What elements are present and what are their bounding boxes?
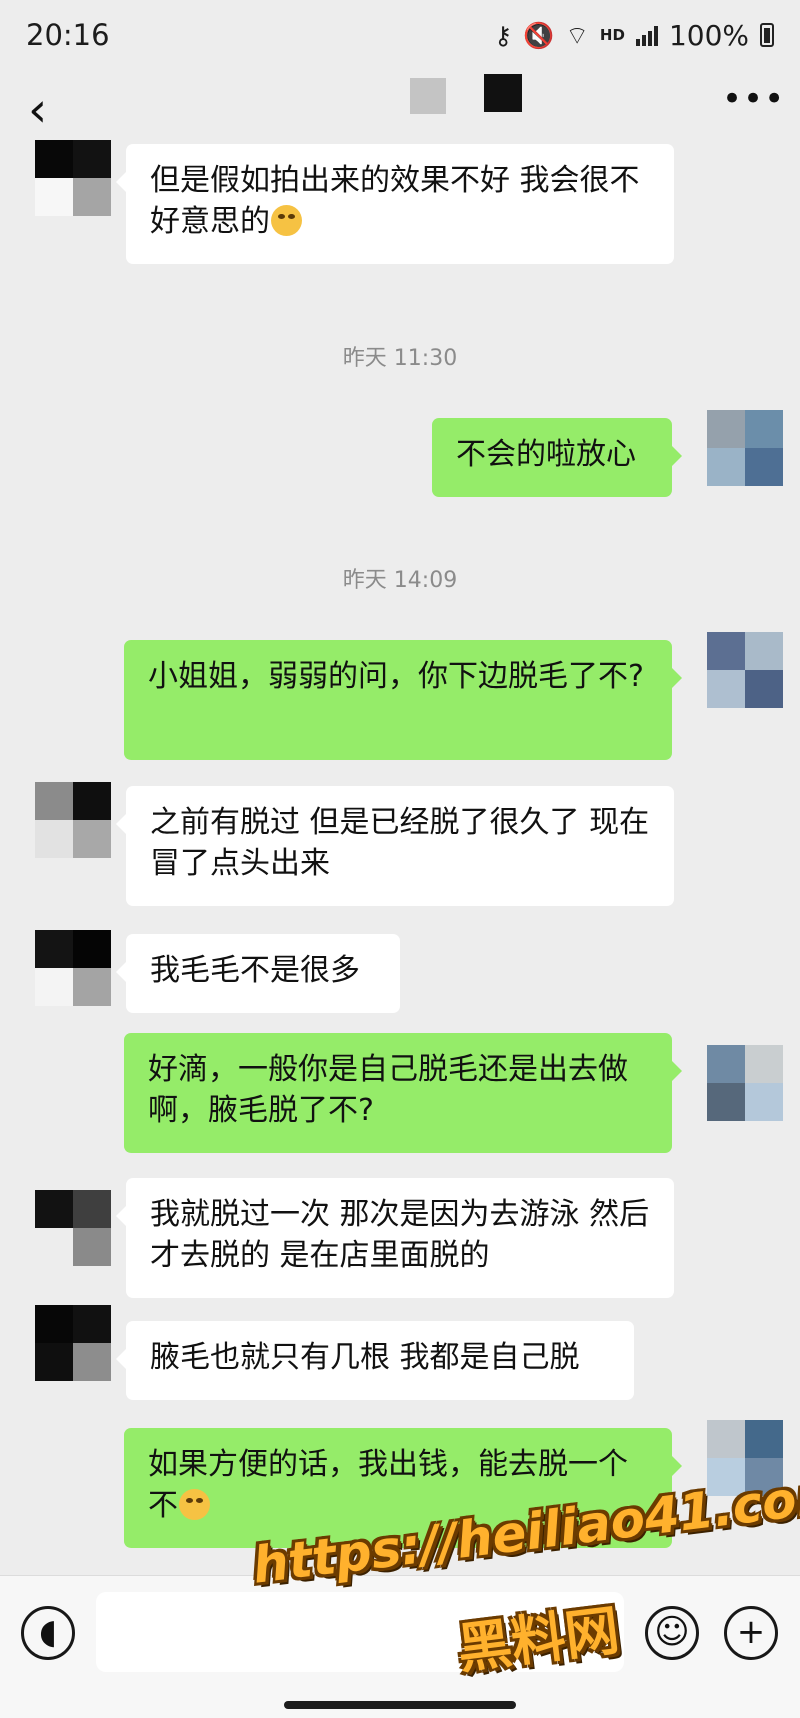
chat-message-list[interactable]: 但是假如拍出来的效果不好 我会很不好意思的 昨天 11:30 不会的啦放心 昨天…	[0, 140, 800, 1575]
site-watermark: https://heiliao41.com 黑料网	[249, 1464, 800, 1715]
battery-icon	[760, 23, 774, 47]
battery-percent: 100%	[668, 18, 749, 52]
avatar[interactable]	[35, 140, 111, 216]
avatar[interactable]	[707, 632, 783, 708]
message-text: 但是假如拍出来的效果不好 我会很不好意思的	[150, 163, 640, 239]
timestamp: 昨天 14:09	[342, 568, 458, 593]
avatar[interactable]	[707, 410, 783, 486]
avatar[interactable]	[35, 1190, 111, 1266]
message-bubble[interactable]: 但是假如拍出来的效果不好 我会很不好意思的	[116, 144, 674, 264]
message-text: 不会的啦放心	[456, 437, 636, 472]
avatar[interactable]	[35, 930, 111, 1006]
avatar[interactable]	[707, 1045, 783, 1121]
timestamp: 昨天 11:30	[342, 346, 458, 371]
message-bubble[interactable]: 不会的啦放心	[432, 418, 682, 497]
mute-vibrate-icon: 🔇	[523, 20, 555, 50]
message-text: 小姐姐，弱弱的问，你下边脱毛了不?	[148, 659, 644, 694]
signal-icon	[635, 24, 658, 46]
message-bubble[interactable]: 小姐姐，弱弱的问，你下边脱毛了不?	[124, 640, 682, 760]
status-time: 20:16	[26, 18, 110, 52]
key-icon: ⚷	[493, 20, 513, 50]
message-bubble[interactable]: 好滴，一般你是自己脱毛还是出去做啊，腋毛脱了不?	[124, 1033, 682, 1153]
crying-emoji-icon	[271, 205, 302, 236]
more-icon[interactable]: •••	[722, 82, 784, 124]
status-icons: ⚷ 🔇 ⌔ HD 100%	[494, 19, 774, 52]
message-bubble[interactable]: 我毛毛不是很多	[116, 934, 400, 1013]
status-bar: 20:16 ⚷ 🔇 ⌔ HD 100%	[0, 0, 800, 70]
hd-indicator: HD	[599, 26, 625, 44]
message-bubble[interactable]: 我就脱过一次 那次是因为去游泳 然后才去脱的 是在店里面脱的	[116, 1178, 674, 1298]
contact-name-redacted-block	[484, 74, 522, 112]
message-bubble[interactable]: 之前有脱过 但是已经脱了很久了 现在冒了点头出来	[116, 786, 674, 906]
voice-icon[interactable]: ◖	[21, 1606, 75, 1660]
message-bubble[interactable]: 腋毛也就只有几根 我都是自己脱	[116, 1321, 634, 1400]
avatar[interactable]	[35, 1305, 111, 1381]
message-text: 好滴，一般你是自己脱毛还是出去做啊，腋毛脱了不?	[148, 1052, 628, 1128]
flushed-emoji-icon	[179, 1489, 210, 1520]
message-text: 我毛毛不是很多	[150, 953, 360, 988]
avatar[interactable]	[35, 782, 111, 858]
contact-name-redacted-block	[410, 78, 446, 114]
message-text: 我就脱过一次 那次是因为去游泳 然后才去脱的 是在店里面脱的	[150, 1197, 650, 1273]
chevron-left-icon[interactable]: ‹	[28, 86, 74, 134]
message-text: 之前有脱过 但是已经脱了很久了 现在冒了点头出来	[150, 805, 650, 881]
wifi-icon: ⌔	[565, 20, 589, 50]
watermark-name: 黑料网	[454, 1598, 623, 1681]
message-text: 腋毛也就只有几根 我都是自己脱	[150, 1340, 580, 1375]
